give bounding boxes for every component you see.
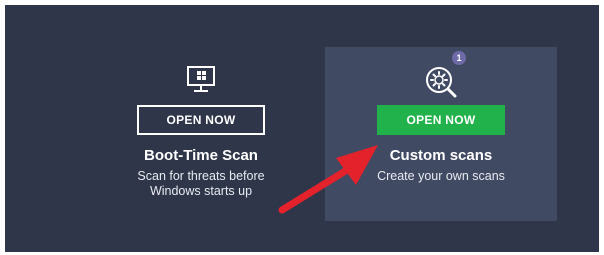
- custom-scans-open-now-button[interactable]: OPEN NOW: [377, 105, 505, 135]
- custom-scans-description: Create your own scans: [377, 169, 505, 183]
- custom-scans-card: 1 OPEN NOW Custom scans Create your own …: [325, 47, 557, 221]
- boot-time-scan-card: OPEN NOW Boot-Time Scan Scan for threats…: [85, 47, 317, 221]
- scan-options-panel: OPEN NOW Boot-Time Scan Scan for threats…: [5, 5, 599, 252]
- boot-time-open-now-button[interactable]: OPEN NOW: [137, 105, 265, 135]
- custom-scans-title: Custom scans: [389, 147, 493, 164]
- boot-time-scan-title: Boot-Time Scan: [144, 147, 258, 164]
- boot-time-scan-description: Scan for threats before Windows starts u…: [137, 169, 265, 198]
- gear-magnifier-icon: [426, 67, 457, 98]
- monitor-windows-icon: [187, 66, 215, 92]
- notification-badge: 1: [452, 51, 466, 65]
